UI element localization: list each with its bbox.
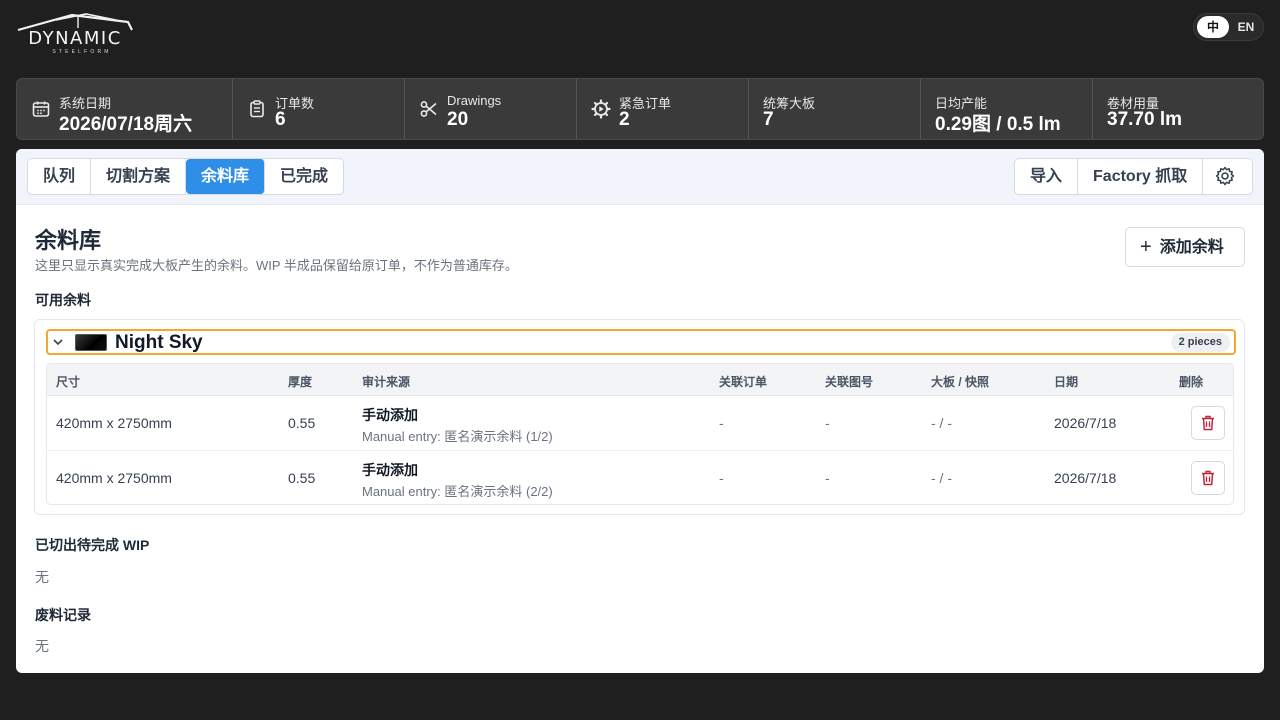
stat-value: 0.29图 / 0.5 lm	[935, 114, 1061, 135]
table-header: 尺寸 厚度 审计来源 关联订单 关联图号 大板 / 快照 日期 删除	[47, 364, 1233, 396]
tab-remnants[interactable]: 余料库	[186, 159, 266, 194]
lang-en-option[interactable]: EN	[1231, 16, 1261, 38]
cell-thickness: 0.55	[288, 470, 316, 486]
brand-name: DYNAMIC	[28, 28, 122, 49]
stat-daily-capacity: 日均产能 0.29图 / 0.5 lm	[921, 79, 1093, 139]
tab-queue[interactable]: 队列	[28, 159, 92, 194]
scissors-icon	[420, 101, 437, 117]
delete-button[interactable]	[1191, 406, 1225, 440]
stat-coil-usage: 卷材用量 37.70 lm	[1093, 79, 1263, 139]
cell-size: 420mm x 2750mm	[56, 470, 172, 486]
add-remnant-button[interactable]: + 添加余料	[1125, 227, 1245, 267]
delete-button[interactable]	[1191, 461, 1225, 495]
col-size: 尺寸	[56, 375, 81, 389]
cell-size: 420mm x 2750mm	[56, 415, 172, 431]
lang-zh-option[interactable]: 中	[1197, 16, 1229, 38]
stat-system-date: 系统日期 2026/07/18周六	[17, 79, 233, 139]
stat-urgent-orders: 紧急订单 2	[577, 79, 749, 139]
factory-fetch-button[interactable]: Factory 抓取	[1078, 159, 1204, 194]
col-audit-source: 审计来源	[362, 375, 411, 389]
tab-completed[interactable]: 已完成	[265, 159, 343, 194]
tab-bar: 队列 切割方案 余料库 已完成 导入 Factory 抓取	[16, 149, 1264, 205]
page-description: 这里只显示真实完成大板产生的余料。WIP 半成品保留给原订单，不作为普通库存。	[35, 258, 518, 273]
trash-icon	[1202, 470, 1214, 486]
col-board-snapshot: 大板 / 快照	[931, 375, 990, 389]
stat-value: 7	[763, 109, 774, 130]
stat-value: 2026/07/18周六	[59, 114, 193, 135]
brand-logo: DYNAMIC STEELFORM	[16, 12, 134, 55]
wip-empty-text: 无	[35, 569, 49, 585]
chevron-down-icon	[53, 339, 63, 346]
cell-drawing: -	[825, 415, 830, 431]
settings-button[interactable]	[1203, 159, 1247, 194]
stat-drawings: Drawings 20	[405, 79, 577, 139]
table-row: 420mm x 2750mm 0.55 手动添加 Manual entry: 匿…	[47, 396, 1233, 451]
col-linked-drawing: 关联图号	[825, 375, 874, 389]
col-linked-order: 关联订单	[719, 375, 768, 389]
plus-icon: +	[1140, 236, 1152, 258]
stat-order-count: 订单数 6	[233, 79, 405, 139]
cell-source-detail: Manual entry: 匿名演示余料 (2/2)	[362, 484, 553, 499]
cell-board: - / -	[931, 415, 952, 431]
scrap-heading: 废料记录	[35, 607, 91, 623]
remnant-group: Night Sky 2 pieces 尺寸 厚度 审计来源 关联订单 关联图号 …	[34, 319, 1245, 515]
stat-master-boards: 统筹大板 7	[749, 79, 921, 139]
clipboard-icon	[250, 100, 264, 118]
stat-label: Drawings	[447, 93, 502, 108]
stat-value: 6	[275, 109, 286, 130]
cell-order: -	[719, 415, 724, 431]
language-toggle[interactable]: 中 EN	[1193, 13, 1264, 41]
page-title: 余料库	[35, 228, 102, 253]
stat-value: 37.70 lm	[1107, 109, 1182, 130]
cell-order: -	[719, 470, 724, 486]
col-delete: 删除	[1179, 375, 1204, 389]
color-swatch	[75, 334, 107, 351]
tab-cutting-plan[interactable]: 切割方案	[91, 159, 187, 194]
wip-heading: 已切出待完成 WIP	[35, 537, 150, 553]
calendar-icon	[32, 101, 50, 117]
available-heading: 可用余料	[35, 292, 91, 308]
group-header-night-sky[interactable]: Night Sky 2 pieces	[46, 329, 1236, 355]
table-row: 420mm x 2750mm 0.55 手动添加 Manual entry: 匿…	[47, 451, 1233, 504]
stats-bar: 系统日期 2026/07/18周六 订单数 6 Drawings 20 紧急订单…	[16, 78, 1264, 140]
cell-date: 2026/7/18	[1054, 415, 1117, 431]
piece-count-badge: 2 pieces	[1170, 333, 1230, 352]
alert-gear-icon	[591, 99, 611, 119]
gear-icon	[1216, 166, 1235, 186]
col-thickness: 厚度	[288, 375, 313, 389]
action-group: 导入 Factory 抓取	[1014, 158, 1253, 195]
cell-drawing: -	[825, 470, 830, 486]
main-panel: 队列 切割方案 余料库 已完成 导入 Factory 抓取 余料库 这里只显示真…	[16, 149, 1264, 673]
cell-date: 2026/7/18	[1054, 470, 1117, 486]
cell-thickness: 0.55	[288, 415, 316, 431]
group-name: Night Sky	[115, 332, 203, 353]
cell-source: 手动添加	[362, 462, 418, 478]
cell-source: 手动添加	[362, 407, 418, 423]
cell-source-detail: Manual entry: 匿名演示余料 (1/2)	[362, 429, 553, 444]
view-tabs: 队列 切割方案 余料库 已完成	[27, 158, 345, 195]
col-date: 日期	[1054, 375, 1079, 389]
scrap-empty-text: 无	[35, 638, 49, 654]
add-remnant-label: 添加余料	[1159, 239, 1224, 256]
cell-board: - / -	[931, 470, 952, 486]
remnant-table: 尺寸 厚度 审计来源 关联订单 关联图号 大板 / 快照 日期 删除 420mm…	[46, 363, 1234, 505]
import-button[interactable]: 导入	[1015, 159, 1079, 194]
trash-icon	[1202, 415, 1214, 431]
stat-value: 20	[447, 109, 469, 130]
brand-subtitle: STEELFORM	[52, 49, 112, 55]
stat-value: 2	[619, 109, 630, 130]
